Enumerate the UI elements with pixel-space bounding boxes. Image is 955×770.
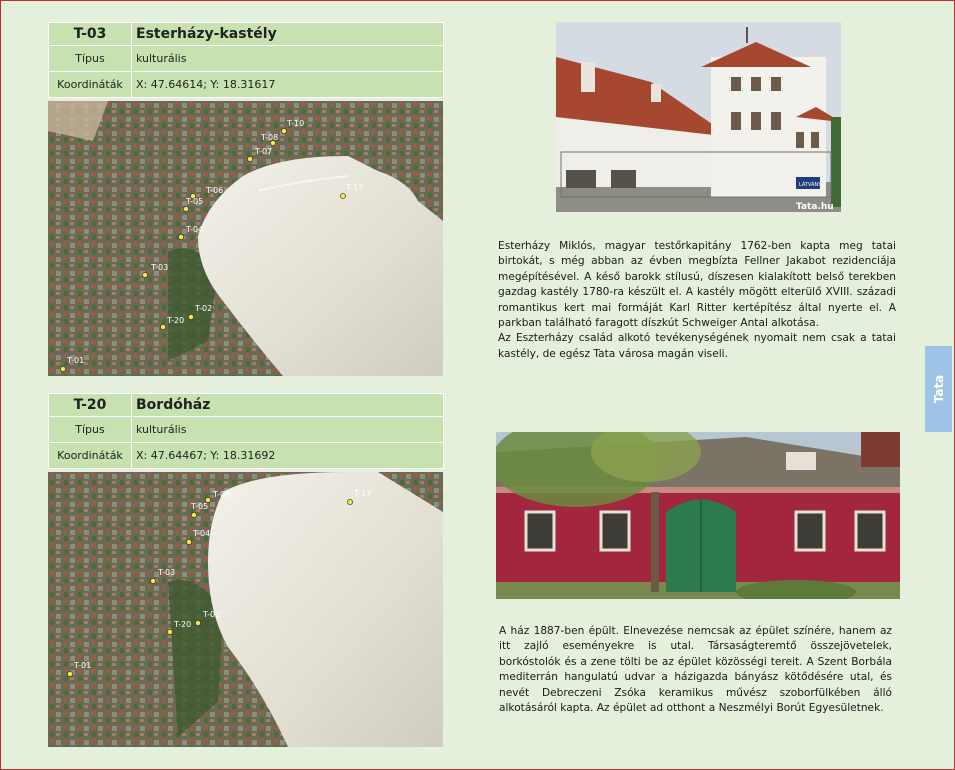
svg-text:T-01: T-01 bbox=[73, 661, 91, 670]
svg-text:T-08: T-08 bbox=[260, 133, 278, 142]
svg-text:T-03: T-03 bbox=[150, 263, 168, 272]
svg-text:T-02: T-02 bbox=[202, 610, 220, 619]
svg-text:T-01: T-01 bbox=[66, 356, 84, 365]
entry2-description-paragraph: A ház 1887-ben épült. Elnevezése nemcsak… bbox=[499, 625, 892, 715]
entry1-info-table: T-03 Esterházy-kastély Típus kulturális … bbox=[48, 22, 444, 98]
entry1-description-paragraph: Az Eszterházy család alkotó tevékenységé… bbox=[498, 332, 896, 360]
entry1-description-paragraph: Esterházy Miklós, magyar testőrkapitány … bbox=[498, 240, 896, 330]
entry2-title: Bordóház bbox=[131, 393, 444, 417]
entry2-description: A ház 1887-ben épült. Elnevezése nemcsak… bbox=[499, 624, 892, 716]
svg-text:T-04: T-04 bbox=[185, 225, 203, 234]
svg-text:T-02: T-02 bbox=[194, 304, 212, 313]
side-tab-label: Tata bbox=[931, 374, 946, 404]
svg-text:T-20: T-20 bbox=[166, 316, 184, 325]
entry1-title: Esterházy-kastély bbox=[131, 22, 444, 46]
svg-text:T-06: T-06 bbox=[205, 186, 223, 195]
entry2-code: T-20 bbox=[48, 393, 132, 417]
entry2-coord-value: X: 47.64467; Y: 18.31692 bbox=[131, 442, 444, 469]
entry2-info-table: T-20 Bordóház Típus kulturális Koordinát… bbox=[48, 393, 444, 469]
svg-text:T-17: T-17 bbox=[345, 183, 363, 192]
svg-text:T-10: T-10 bbox=[286, 119, 304, 128]
svg-text:T-06: T-06 bbox=[212, 490, 230, 499]
bordohaz-photo bbox=[496, 432, 900, 599]
entry1-coord-label: Koordináták bbox=[48, 71, 132, 98]
entry2-coord-label: Koordináták bbox=[48, 442, 132, 469]
svg-text:T-20: T-20 bbox=[173, 620, 191, 629]
svg-text:T-17: T-17 bbox=[353, 489, 371, 498]
svg-text:T-03: T-03 bbox=[157, 568, 175, 577]
photo1-credit: Tata.hu bbox=[796, 202, 834, 212]
entry1-coord-value: X: 47.64614; Y: 18.31617 bbox=[131, 71, 444, 98]
entry2-type-label: Típus bbox=[48, 416, 132, 443]
svg-text:T-05: T-05 bbox=[185, 197, 203, 206]
entry1-code: T-03 bbox=[48, 22, 132, 46]
entry1-satellite-map: T-10 T-08 T-07 T-17 T-06 T-05 T-04 T-03 … bbox=[48, 101, 443, 376]
entry1-description: Esterházy Miklós, magyar testőrkapitány … bbox=[498, 239, 896, 362]
entry2-type-value: kulturális bbox=[131, 416, 444, 443]
svg-text:LÁTVÁNY: LÁTVÁNY bbox=[799, 181, 822, 188]
entry1-type-value: kulturális bbox=[131, 45, 444, 72]
esterhazy-castle-photo: LÁTVÁNY Tata.hu bbox=[556, 22, 841, 212]
svg-text:T-07: T-07 bbox=[254, 147, 272, 156]
svg-text:T-04: T-04 bbox=[192, 529, 210, 538]
entry2-satellite-map: T-17 T-06 T-05 T-04 T-03 T-02 T-20 T-01 bbox=[48, 472, 443, 747]
svg-text:T-05: T-05 bbox=[190, 502, 208, 511]
entry1-type-label: Típus bbox=[48, 45, 132, 72]
side-tab-tata[interactable]: Tata bbox=[925, 346, 952, 432]
